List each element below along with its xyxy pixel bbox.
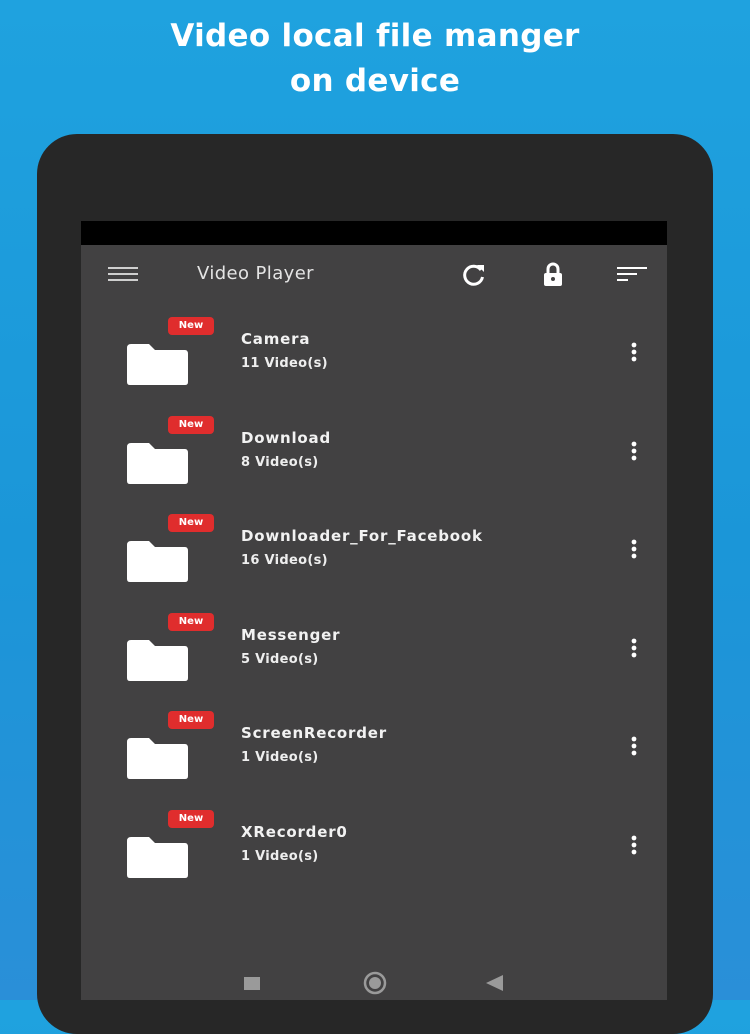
folder-icon [125,535,189,583]
video-count: 11 Video(s) [241,356,328,371]
folder-icon [125,732,189,780]
list-item[interactable]: New Messenger 5 Video(s) [81,612,667,710]
folder-icon [125,831,189,879]
video-count: 5 Video(s) [241,652,319,667]
menu-icon[interactable] [107,259,138,289]
home-circle-icon[interactable] [360,971,390,999]
status-bar [81,221,667,245]
video-count: 1 Video(s) [241,849,319,864]
more-options-icon[interactable] [624,636,644,660]
folder-name: Messenger [241,626,341,644]
more-options-icon[interactable] [624,439,644,463]
headline-line-2: on device [289,63,461,99]
list-item[interactable]: New Downloader_For_Facebook 16 Video(s) [81,513,667,611]
folder-icon [125,634,189,682]
app-screen: Video Player New Camera 11 Video(s) New … [81,221,667,1000]
new-badge: New [168,416,214,434]
new-badge: New [168,613,214,631]
folder-name: Download [241,429,331,447]
video-count: 8 Video(s) [241,455,319,470]
app-toolbar: Video Player [81,245,667,301]
more-options-icon[interactable] [624,537,644,561]
refresh-icon[interactable] [459,259,489,289]
new-badge: New [168,317,214,335]
folder-icon [125,437,189,485]
folder-name: ScreenRecorder [241,724,387,742]
headline-line-1: Video local file manger [170,18,580,54]
new-badge: New [168,711,214,729]
new-badge: New [168,514,214,532]
back-triangle-icon[interactable] [483,973,505,997]
folder-name: Downloader_For_Facebook [241,527,483,545]
sort-icon[interactable] [617,259,647,289]
list-item[interactable]: New Camera 11 Video(s) [81,316,667,414]
list-item[interactable]: New Download 8 Video(s) [81,415,667,513]
new-badge: New [168,810,214,828]
video-count: 1 Video(s) [241,750,319,765]
more-options-icon[interactable] [624,833,644,857]
folder-icon [125,338,189,386]
folder-name: XRecorder0 [241,823,348,841]
promo-headline: Video local file manger on device [0,14,750,104]
more-options-icon[interactable] [624,340,644,364]
more-options-icon[interactable] [624,734,644,758]
recents-square-icon[interactable] [242,975,262,997]
folder-name: Camera [241,330,311,348]
list-item[interactable]: New ScreenRecorder 1 Video(s) [81,710,667,808]
list-item[interactable]: New XRecorder0 1 Video(s) [81,809,667,907]
app-title: Video Player [197,263,314,284]
lock-icon[interactable] [538,259,568,289]
video-count: 16 Video(s) [241,553,328,568]
system-nav-bar [81,963,667,1000]
